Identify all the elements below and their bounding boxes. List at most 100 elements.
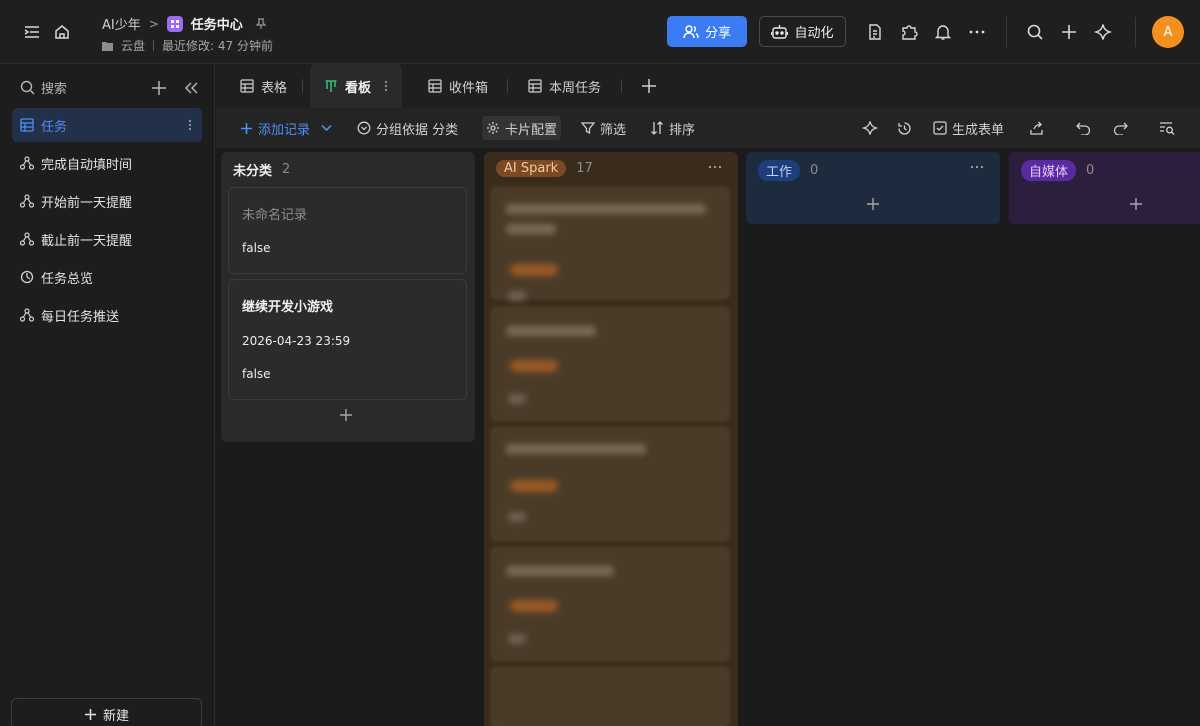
- sidebar-item-auto-fill-time[interactable]: 完成自动填时间: [12, 146, 202, 180]
- add-record-button[interactable]: 添加记录: [240, 108, 332, 148]
- sidebar-item-task-overview[interactable]: 任务总览: [12, 260, 202, 294]
- users-icon: [683, 24, 699, 39]
- home-icon[interactable]: [51, 21, 73, 43]
- blurred-text: [508, 512, 526, 522]
- kanban-column-work: 工作 0: [746, 152, 1000, 224]
- ai-sparkle-button[interactable]: [862, 108, 878, 148]
- column-header: 未分类 2: [233, 160, 290, 179]
- tab-this-week[interactable]: 本周任务: [528, 64, 601, 108]
- kanban-card-blurred[interactable]: [491, 427, 729, 541]
- undo-button[interactable]: [1076, 108, 1091, 148]
- kanban-board: 未分类 2 未命名记录 false 继续开发小游戏 2026-04-23 23:…: [216, 148, 1200, 726]
- filter-label: 筛选: [600, 122, 627, 138]
- more-icon[interactable]: [708, 160, 722, 174]
- sidebar-search[interactable]: 搜索: [20, 78, 67, 97]
- automation-button[interactable]: 自动化: [759, 16, 846, 47]
- kanban-card-blurred[interactable]: [491, 667, 729, 726]
- more-icon[interactable]: [966, 21, 988, 43]
- breadcrumb-parent[interactable]: AI少年: [102, 14, 141, 33]
- tab-table[interactable]: 表格: [240, 64, 287, 108]
- group-icon: [357, 121, 371, 135]
- column-count: 0: [1086, 163, 1095, 178]
- sparkle-icon: [862, 120, 878, 136]
- filter-button[interactable]: 筛选: [581, 108, 626, 148]
- share-button[interactable]: 分享: [667, 16, 747, 47]
- kanban-card[interactable]: 未命名记录 false: [228, 187, 467, 274]
- blurred-text: [506, 444, 646, 454]
- column-header: AI Spark 17: [496, 160, 593, 177]
- bell-icon[interactable]: [932, 21, 954, 43]
- sort-label: 排序: [669, 122, 696, 138]
- kanban-card-blurred[interactable]: [491, 187, 729, 301]
- plus-icon: [240, 122, 253, 135]
- kanban-card-blurred[interactable]: [491, 547, 729, 661]
- view-toolbar: 添加记录 分组依据 分类 卡片配置 筛选 排序 生成表单: [216, 108, 1200, 148]
- tab-inbox[interactable]: 收件箱: [428, 64, 488, 108]
- group-by-button[interactable]: 分组依据 分类: [357, 108, 458, 148]
- card-config-label: 卡片配置: [505, 122, 558, 138]
- kanban-column-uncategorized: 未分类 2 未命名记录 false 继续开发小游戏 2026-04-23 23:…: [221, 152, 475, 442]
- tab-label: 看板: [345, 80, 372, 96]
- sidebar-item-remind-before-start[interactable]: 开始前一天提醒: [12, 184, 202, 218]
- new-label: 新建: [102, 708, 129, 724]
- plugin-icon[interactable]: [898, 21, 920, 43]
- workflow-icon: [20, 156, 34, 170]
- plus-icon: [641, 78, 657, 94]
- add-view-button[interactable]: [641, 64, 657, 108]
- card-config-button[interactable]: 卡片配置: [482, 116, 562, 140]
- more-icon[interactable]: [970, 160, 984, 174]
- more-vertical-icon[interactable]: [384, 80, 388, 92]
- add-card-button[interactable]: [1129, 197, 1143, 211]
- sidebar-toggle-icon[interactable]: [21, 21, 43, 43]
- share-view-button[interactable]: [1029, 108, 1044, 148]
- search-records-button[interactable]: [1159, 108, 1175, 148]
- add-card-button[interactable]: [866, 197, 880, 211]
- robot-icon: [771, 24, 789, 40]
- sidebar-item-daily-push[interactable]: 每日任务推送: [12, 298, 202, 332]
- table-icon: [528, 79, 542, 93]
- card-title: 未命名记录: [242, 208, 308, 223]
- view-tabs: 表格 看板 收件箱 本周任务: [216, 64, 1200, 108]
- sort-button[interactable]: 排序: [650, 108, 695, 148]
- workflow-icon: [20, 232, 34, 246]
- column-header: 自媒体 0: [1021, 160, 1094, 181]
- add-record-label: 添加记录: [258, 122, 311, 138]
- generate-form-button[interactable]: 生成表单: [933, 108, 1004, 148]
- chevron-down-icon[interactable]: [321, 124, 332, 132]
- more-vertical-icon[interactable]: [188, 119, 192, 131]
- add-card-button[interactable]: [339, 408, 353, 422]
- search-icon[interactable]: [1024, 21, 1046, 43]
- plus-icon[interactable]: [1058, 21, 1080, 43]
- sparkle-icon[interactable]: [1092, 21, 1114, 43]
- avatar[interactable]: A: [1152, 16, 1184, 48]
- plus-icon: [84, 708, 97, 721]
- new-button[interactable]: 新建: [11, 698, 202, 726]
- location-label[interactable]: 云盘: [121, 37, 145, 54]
- kanban-card[interactable]: 继续开发小游戏 2026-04-23 23:59 false: [228, 279, 467, 400]
- divider: [302, 79, 303, 93]
- share-icon: [1029, 121, 1044, 136]
- dashboard-icon: [20, 270, 34, 284]
- column-count: 0: [810, 163, 819, 178]
- document-icon[interactable]: [864, 21, 886, 43]
- kanban-card-blurred[interactable]: [491, 307, 729, 421]
- sidebar-item-label: 任务总览: [41, 271, 94, 287]
- kanban-column-ai-spark: AI Spark 17: [484, 152, 738, 726]
- tab-kanban[interactable]: 看板: [310, 64, 403, 108]
- add-icon[interactable]: [148, 77, 170, 99]
- pin-icon[interactable]: [255, 17, 267, 30]
- sidebar-item-remind-before-deadline[interactable]: 截止前一天提醒: [12, 222, 202, 256]
- generate-form-label: 生成表单: [952, 122, 1005, 138]
- redo-button[interactable]: [1113, 108, 1128, 148]
- history-button[interactable]: [897, 108, 912, 148]
- sidebar-item-tasks[interactable]: 任务: [12, 108, 202, 142]
- sidebar-item-label: 任务: [41, 119, 68, 135]
- breadcrumb: AI少年 > 任务中心: [102, 14, 267, 33]
- blurred-text: [508, 394, 526, 404]
- tab-label: 本周任务: [549, 80, 602, 96]
- modified-time: 最近修改: 47 分钟前: [162, 39, 273, 53]
- table-icon: [428, 79, 442, 93]
- history-icon: [897, 121, 912, 136]
- sidebar: 搜索 任务 完成自动填时间 开始前一天提醒 截止前一天提醒 任务总览 每日任务推…: [0, 64, 215, 726]
- collapse-icon[interactable]: [180, 77, 202, 99]
